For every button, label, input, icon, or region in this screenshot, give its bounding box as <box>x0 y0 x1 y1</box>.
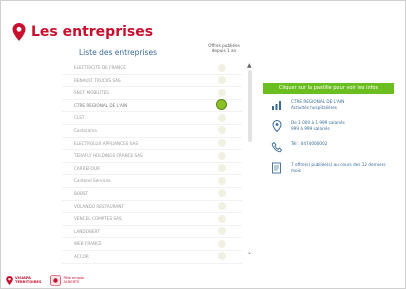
scroll-up-icon[interactable]: ▲ <box>247 63 252 69</box>
offer-dot[interactable] <box>218 202 226 211</box>
visiapa-logo: VISIAPA TERRITOIRES <box>6 275 42 285</box>
company-row-name: CTRE REGIONAL DE L'AIN <box>74 102 128 108</box>
list-title: Liste des entreprises <box>79 48 157 57</box>
offer-dot[interactable] <box>218 189 226 198</box>
company-row-name: VENCEL COMPTES SAS <box>74 216 122 222</box>
offer-dot[interactable] <box>218 126 226 135</box>
offer-dot[interactable] <box>218 113 226 122</box>
company-row-name: RENAULT TRUCKS SAS <box>74 77 121 83</box>
chevron-down-icon[interactable]: ⌄ <box>247 250 252 256</box>
info-banner: Cliquer sur la pastille pour voir les in… <box>263 83 394 94</box>
company-row-name: LANDOBERT <box>74 228 100 234</box>
phone-number: Tél : 0474000002 <box>291 141 328 146</box>
company-row-name: BOBST <box>74 190 89 196</box>
company-row-name: WEB FRANCE <box>74 241 102 247</box>
logo1-line2: TERRITOIRES <box>15 280 42 284</box>
company-row-name: ACCOR <box>74 253 89 259</box>
offer-dot[interactable] <box>218 139 226 148</box>
bar-chart-icon <box>272 101 281 110</box>
footer: VISIAPA TERRITOIRES Pôle emploi ALBERTE <box>6 274 84 286</box>
company-row-name: Castorama <box>74 127 97 133</box>
offers-count-cont: mois <box>291 167 301 173</box>
document-icon <box>272 162 281 174</box>
company-row[interactable]: ELECTRICITE DE FRANCE <box>62 62 242 75</box>
list-scrollbar[interactable]: ▲ ⌄ <box>246 62 254 258</box>
company-row[interactable]: TERAFLY HOLDINGS FRANCE SAS <box>62 150 242 163</box>
company-row[interactable]: CARREFOUR <box>62 163 242 176</box>
company-row[interactable]: CLST <box>62 112 242 125</box>
map-pin-icon <box>12 23 26 41</box>
map-pin-icon <box>6 275 13 285</box>
company-row[interactable]: LANDOBERT <box>62 226 242 239</box>
scrollbar-thumb[interactable] <box>248 70 252 142</box>
offer-dot[interactable] <box>218 88 226 97</box>
company-row-name: CLST <box>74 115 85 121</box>
offer-dot[interactable] <box>218 214 226 223</box>
offer-dot[interactable] <box>218 151 226 160</box>
company-row[interactable]: SNCF MOBILITES <box>62 87 242 100</box>
company-row-name: ELECTRICITE DE FRANCE <box>74 65 126 70</box>
offers-column-header: Offres publiées depuis 1 an <box>208 43 240 53</box>
company-activity: Activités hospitalières <box>291 104 337 110</box>
company-row[interactable]: WEB FRANCE <box>62 238 242 251</box>
page-header: Les entreprises <box>12 20 153 44</box>
size-range-detail: 999 à 999 salariés <box>291 125 330 131</box>
company-row[interactable]: CTRE REGIONAL DE L'AIN <box>62 99 242 113</box>
offer-dot[interactable] <box>218 176 226 185</box>
company-row[interactable]: Cantorel Services <box>62 175 242 188</box>
company-row-name: TERAFLY HOLDINGS FRANCE SAS <box>74 153 143 159</box>
offer-dot[interactable] <box>218 227 226 236</box>
company-row-name: CARREFOUR <box>74 165 100 171</box>
phone-icon <box>271 141 283 153</box>
pole-emploi-logo: Pôle emploi ALBERTE <box>50 274 84 286</box>
logo2-line2: ALBERTE <box>63 280 80 284</box>
offer-dot[interactable] <box>218 252 226 261</box>
location-pin-icon <box>272 120 282 132</box>
page-title: Les entreprises <box>31 24 154 40</box>
offers-count: 7 offre(s) publiée(s) au cours des 12 de… <box>291 162 386 167</box>
pole-emploi-icon <box>50 274 62 286</box>
company-row[interactable]: RENAULT TRUCKS SAS <box>62 75 242 88</box>
offer-dot[interactable] <box>218 164 226 173</box>
selected-offer-dot[interactable] <box>216 99 227 111</box>
company-row[interactable]: BOBST <box>62 188 242 201</box>
company-row[interactable]: VOLANDO RESTAURANT <box>62 201 242 214</box>
company-row[interactable]: ELECTROLUX APPLIANCES SAS <box>62 138 242 151</box>
company-row[interactable]: ACCOR <box>62 251 242 264</box>
company-list: ELECTRICITE DE FRANCE RENAULT TRUCKS SAS S… <box>62 62 242 264</box>
company-row-name: SNCF MOBILITES <box>74 90 109 96</box>
offer-dot[interactable] <box>218 239 226 248</box>
company-row-name: Cantorel Services <box>74 178 111 184</box>
company-row-name: VOLANDO RESTAURANT <box>74 203 125 209</box>
company-row[interactable]: Castorama <box>62 125 242 138</box>
offer-dot[interactable] <box>218 76 226 85</box>
company-row[interactable]: VENCEL COMPTES SAS <box>62 213 242 226</box>
offer-dot[interactable] <box>218 63 226 72</box>
company-row-name: ELECTROLUX APPLIANCES SAS <box>74 140 138 146</box>
